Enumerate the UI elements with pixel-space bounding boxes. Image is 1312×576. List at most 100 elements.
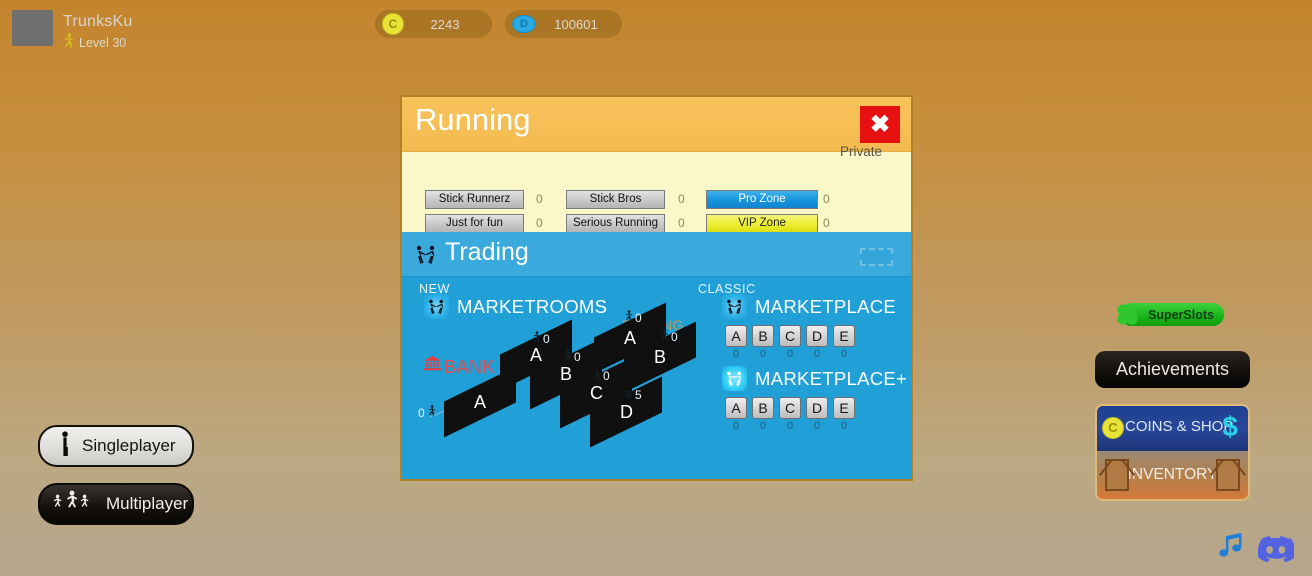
runner-icon	[563, 349, 572, 364]
marketplace-label: MARKETPLACE	[755, 295, 897, 317]
tile-count: 0	[786, 348, 794, 360]
shop-inventory-panel: C COINS & SHOP $ INVENTORY	[1095, 404, 1250, 501]
zone-count-serious-running: 0	[678, 216, 685, 230]
trading-header: Trading	[402, 232, 911, 277]
marketplace-tiles: A 0 B 0 C 0 D 0 E 0	[725, 325, 855, 360]
discord-icon[interactable]	[1257, 534, 1296, 563]
zone-count-pro-zone: 0	[823, 192, 830, 206]
zone-count-stick-runnerz: 0	[536, 192, 543, 206]
lobby-list: Stick Runnerz 0 Just for fun 0 Stick Bro…	[402, 144, 911, 233]
tile-letter[interactable]: B	[752, 325, 774, 347]
marketplace-tile-c[interactable]: C 0	[779, 325, 801, 360]
private-label: Private	[840, 144, 883, 159]
marketroom-letter: A	[623, 327, 636, 348]
inventory-label: INVENTORY	[1127, 466, 1218, 483]
achievements-button[interactable]: Achievements	[1095, 351, 1250, 388]
marketplace-plus-tile-b[interactable]: B 0	[752, 397, 774, 432]
marketplace-plus-tile-d[interactable]: D 0	[806, 397, 828, 432]
marketplace-heading[interactable]: MARKETPLACE	[722, 294, 896, 319]
modal-title: Running	[415, 102, 531, 137]
tile-count: 0	[732, 348, 740, 360]
count-value: 0	[543, 331, 550, 346]
marketplace-tile-d[interactable]: D 0	[806, 325, 828, 360]
marketplace-plus-tile-e[interactable]: E 0	[833, 397, 855, 432]
tile-count: 0	[813, 420, 821, 432]
coins-shop-button[interactable]: C COINS & SHOP $	[1097, 406, 1248, 451]
coin-icon: C	[382, 13, 404, 35]
single-runner-icon	[58, 430, 72, 462]
marketroom-count-a: 0	[532, 331, 550, 346]
tile-count: 0	[813, 348, 821, 360]
marketplace-tile-e[interactable]: E 0	[833, 325, 855, 360]
running-modal: Running ✖ Stick Runnerz 0 Just for fun 0…	[400, 95, 913, 481]
tile-count: 0	[732, 420, 740, 432]
tile-letter[interactable]: C	[779, 397, 801, 419]
marketroom-count-bank-a: 0	[418, 405, 436, 420]
close-icon[interactable]: ✖	[860, 106, 900, 143]
marketplace-plus-heading[interactable]: MARKETPLACE+	[722, 366, 907, 391]
count-value: 0	[574, 349, 581, 364]
zone-button-just-for-fun[interactable]: Just for fun	[425, 214, 524, 233]
trading-title: Trading	[445, 238, 529, 266]
zone-button-serious-running[interactable]: Serious Running	[566, 214, 665, 233]
zone-count-stick-bros: 0	[678, 192, 685, 206]
count-value: 0	[418, 405, 425, 420]
tile-letter[interactable]: E	[833, 397, 855, 419]
marketplace-tile-a[interactable]: A 0	[725, 325, 747, 360]
marketplace-plus-tile-a[interactable]: A 0	[725, 397, 747, 432]
achievements-label: Achievements	[1115, 359, 1230, 379]
runner-icon	[660, 329, 669, 344]
runner-icon	[427, 405, 436, 420]
level-label: Level 30	[79, 36, 127, 50]
gem-icon: D	[512, 15, 536, 33]
tile-count: 0	[840, 348, 848, 360]
tile-letter[interactable]: B	[752, 397, 774, 419]
marketplace-tile-b[interactable]: B 0	[752, 325, 774, 360]
modal-header: Running ✖	[402, 97, 911, 152]
count-value: 0	[671, 329, 678, 344]
coins-counter[interactable]: C 2243	[375, 10, 492, 38]
multiplayer-button[interactable]: Multiplayer	[38, 483, 194, 525]
marketroom-letter: A	[473, 391, 486, 412]
trading-panel: Trading NEW CLASSIC MARKETROOMS BANK A 0…	[402, 232, 911, 479]
window-frame-icon[interactable]	[860, 248, 893, 266]
inventory-button[interactable]: INVENTORY	[1097, 451, 1248, 499]
music-note-icon[interactable]	[1215, 530, 1247, 570]
zone-button-stick-bros[interactable]: Stick Bros	[566, 190, 665, 209]
marketplace-plus-tile-c[interactable]: C 0	[779, 397, 801, 432]
tile-letter[interactable]: A	[725, 325, 747, 347]
coins-value: 2243	[430, 16, 460, 32]
zone-count-just-for-fun: 0	[536, 216, 543, 230]
multi-runner-icon	[52, 490, 96, 519]
tile-letter[interactable]: C	[779, 325, 801, 347]
tile-letter[interactable]: D	[806, 397, 828, 419]
tile-count: 0	[786, 420, 794, 432]
superslots-button[interactable]: SuperSlots	[1117, 303, 1224, 326]
tile-letter[interactable]: A	[725, 397, 747, 419]
count-value: 5	[635, 387, 642, 402]
tile-letter[interactable]: E	[833, 325, 855, 347]
marketroom-letter: C	[589, 382, 603, 403]
runner-icon	[624, 310, 633, 325]
marketrooms-map: A 0 A 0 B 0 C 0 D 5 A 0 B 0	[402, 277, 696, 478]
player-level: Level 30	[63, 33, 126, 53]
tile-letter[interactable]: D	[806, 325, 828, 347]
coin-icon: C	[1102, 417, 1124, 439]
avatar[interactable]	[12, 10, 53, 46]
zone-count-vip-zone: 0	[823, 216, 830, 230]
marketroom-letter: D	[619, 401, 633, 422]
zone-button-pro-zone[interactable]: Pro Zone	[706, 190, 818, 209]
multiplayer-label: Multiplayer	[106, 494, 189, 513]
marketroom-letter: A	[529, 344, 542, 365]
gems-counter[interactable]: D 100601	[505, 10, 622, 38]
singleplayer-button[interactable]: Singleplayer	[38, 425, 194, 467]
coins-shop-label: COINS & SHOP	[1125, 418, 1234, 435]
marketroom-letter: B	[559, 363, 572, 384]
marketroom-letter: B	[653, 346, 666, 367]
count-value: 0	[603, 368, 610, 383]
zone-button-stick-runnerz[interactable]: Stick Runnerz	[425, 190, 524, 209]
marketroom-count-b: 0	[563, 349, 581, 364]
zone-button-vip-zone[interactable]: VIP Zone	[706, 214, 818, 233]
dollar-icon: $	[1222, 411, 1238, 442]
marketplace-plus-tiles: A 0 B 0 C 0 D 0 E 0	[725, 397, 855, 432]
